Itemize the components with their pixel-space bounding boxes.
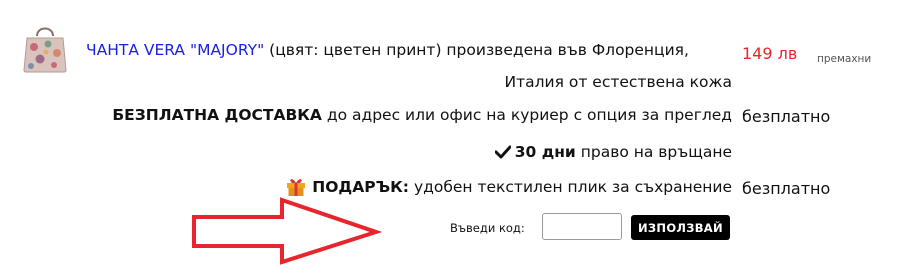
product-description-line2: Италия от естествена кожа <box>504 73 732 91</box>
coupon-label: Въведи код: <box>450 221 525 235</box>
apply-coupon-button[interactable]: ИЗПОЛЗВАЙ <box>631 215 730 240</box>
shipping-details: до адрес или офис на куриер с опция за п… <box>321 106 732 124</box>
checkmark-icon <box>494 145 511 159</box>
returns-info: 30 дни право на връщане <box>494 143 732 161</box>
arrow-right-outline-icon <box>190 196 382 266</box>
shipping-info: БЕЗПЛАТНА ДОСТАВКА до адрес или офис на … <box>112 106 732 124</box>
gift-info: ПОДАРЪК: удобен текстилен плик за съхран… <box>286 177 732 196</box>
handbag-thumbnail <box>23 27 67 73</box>
coupon-code-input[interactable] <box>542 213 622 240</box>
shipping-price: безплатно <box>742 107 831 126</box>
gift-details: удобен текстилен плик за съхранение <box>409 177 732 196</box>
returns-details: право на връщане <box>575 143 732 161</box>
product-attributes: (цвят: цветен принт) произведена във Фло… <box>264 41 689 59</box>
product-link[interactable]: ЧАНТА VERA "MAJORY" <box>86 41 264 59</box>
product-description-line1: ЧАНТА VERA "MAJORY" (цвят: цветен принт)… <box>86 41 689 59</box>
shipping-title: БЕЗПЛАТНА ДОСТАВКА <box>112 106 322 124</box>
remove-item-link[interactable]: премахни <box>817 53 871 65</box>
gift-icon <box>286 177 306 196</box>
gift-price: безплатно <box>742 179 831 198</box>
returns-days: 30 дни <box>514 143 576 161</box>
product-thumbnail[interactable] <box>22 22 68 74</box>
gift-title: ПОДАРЪК: <box>312 177 410 196</box>
product-price: 149 лв <box>742 44 798 63</box>
